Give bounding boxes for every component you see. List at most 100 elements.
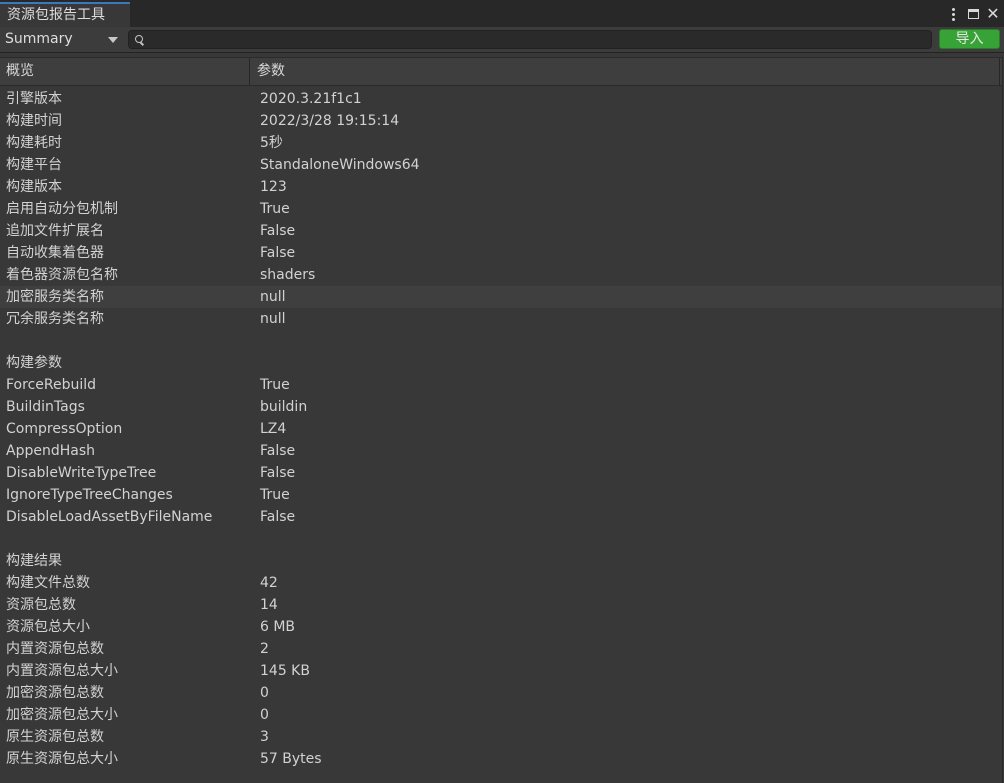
- column-header-overview[interactable]: 概览: [0, 58, 250, 85]
- row-key: 构建结果: [6, 553, 62, 569]
- row-value: 145 KB: [260, 663, 310, 679]
- row-key: BuildinTags: [6, 399, 85, 415]
- row-value: 2020.3.21f1c1: [260, 91, 362, 107]
- column-header-params[interactable]: 参数: [251, 58, 1000, 85]
- row-value: 57 Bytes: [260, 751, 322, 767]
- row-value: 0: [260, 707, 269, 723]
- table-row[interactable]: BuildinTags buildin: [0, 396, 1002, 418]
- row-key: AppendHash: [6, 443, 95, 459]
- row-value: 0: [260, 685, 269, 701]
- table-row[interactable]: ForceRebuild True: [0, 374, 1002, 396]
- table-row[interactable]: 启用自动分包机制 True: [0, 198, 1002, 220]
- row-key: 启用自动分包机制: [6, 201, 118, 217]
- row-key: 追加文件扩展名: [6, 223, 104, 239]
- row-key: 加密服务类名称: [6, 289, 104, 305]
- row-key: 构建版本: [6, 179, 62, 195]
- table-row[interactable]: 内置资源包总数 2: [0, 638, 1002, 660]
- window-controls: ✕: [946, 4, 1000, 24]
- table-row[interactable]: 构建时间 2022/3/28 19:15:14: [0, 110, 1002, 132]
- table-row[interactable]: 内置资源包总大小 145 KB: [0, 660, 1002, 682]
- row-value: False: [260, 223, 296, 239]
- table-row[interactable]: 构建版本 123: [0, 176, 1002, 198]
- row-value: 5秒: [260, 135, 283, 151]
- table-body: 引擎版本 2020.3.21f1c1 构建时间 2022/3/28 19:15:14 构…: [0, 88, 1002, 770]
- row-key: IgnoreTypeTreeChanges: [6, 487, 173, 503]
- row-value: True: [260, 487, 290, 503]
- row-key: 构建平台: [6, 157, 62, 173]
- row-value: False: [260, 465, 296, 481]
- row-key: 冗余服务类名称: [6, 311, 104, 327]
- table-row[interactable]: 构建结果: [0, 550, 1002, 572]
- table-row[interactable]: 着色器资源包名称 shaders: [0, 264, 1002, 286]
- search-field[interactable]: [128, 30, 932, 49]
- table-row[interactable]: 引擎版本 2020.3.21f1c1: [0, 88, 1002, 110]
- table-row[interactable]: 构建参数: [0, 352, 1002, 374]
- toolbar: Summary 导入: [0, 27, 1004, 53]
- row-key: 构建时间: [6, 113, 62, 129]
- table-row[interactable]: 构建平台 StandaloneWindows64: [0, 154, 1002, 176]
- row-value: buildin: [260, 399, 308, 415]
- search-input[interactable]: [149, 31, 925, 48]
- row-key: 资源包总数: [6, 597, 76, 613]
- row-key: 构建耗时: [6, 135, 62, 151]
- row-key: 原生资源包总大小: [6, 751, 118, 767]
- row-key: DisableLoadAssetByFileName: [6, 509, 213, 525]
- maximize-icon: [967, 9, 979, 19]
- import-button[interactable]: 导入: [939, 29, 1000, 49]
- row-value: 6 MB: [260, 619, 296, 635]
- row-key: 内置资源包总数: [6, 641, 104, 657]
- row-key: 加密资源包总大小: [6, 707, 118, 723]
- table-row[interactable]: 自动收集着色器 False: [0, 242, 1002, 264]
- row-value: 14: [260, 597, 278, 613]
- row-value: null: [260, 289, 286, 305]
- table-header: 概览 参数: [0, 57, 1002, 86]
- view-mode-dropdown[interactable]: Summary: [0, 28, 122, 50]
- row-value: False: [260, 443, 296, 459]
- row-value: True: [260, 201, 290, 217]
- table-row[interactable]: IgnoreTypeTreeChanges True: [0, 484, 1002, 506]
- row-value: 2: [260, 641, 269, 657]
- table-row[interactable]: 资源包总数 14: [0, 594, 1002, 616]
- row-value: True: [260, 377, 290, 393]
- row-value: StandaloneWindows64: [260, 157, 420, 173]
- row-key: CompressOption: [6, 421, 123, 437]
- close-icon[interactable]: ✕: [986, 6, 1000, 22]
- table-border: [1002, 57, 1003, 783]
- row-key: 构建文件总数: [6, 575, 90, 591]
- row-value: False: [260, 509, 296, 525]
- table-row[interactable]: CompressOption LZ4: [0, 418, 1002, 440]
- report-window: 资源包报告工具 ✕ Summary 导入 概览 参数 引擎版本 2020.3.21…: [0, 0, 1004, 783]
- table-row[interactable]: 冗余服务类名称 null: [0, 308, 1002, 330]
- row-key: 加密资源包总数: [6, 685, 104, 701]
- table-row[interactable]: DisableLoadAssetByFileName False: [0, 506, 1002, 528]
- row-value: 123: [260, 179, 287, 195]
- maximize-button[interactable]: [966, 6, 980, 22]
- tab-report-tool[interactable]: 资源包报告工具: [0, 2, 130, 27]
- table-row[interactable]: [0, 330, 1002, 352]
- table-row[interactable]: 原生资源包总数 3: [0, 726, 1002, 748]
- row-value: null: [260, 311, 286, 327]
- search-icon: [135, 35, 143, 43]
- row-value: False: [260, 245, 296, 261]
- tab-bar: 资源包报告工具 ✕: [0, 0, 1004, 27]
- table-row[interactable]: 追加文件扩展名 False: [0, 220, 1002, 242]
- row-key: ForceRebuild: [6, 377, 97, 393]
- table-row[interactable]: 构建耗时 5秒: [0, 132, 1002, 154]
- table-row[interactable]: 加密资源包总大小 0: [0, 704, 1002, 726]
- table-row[interactable]: AppendHash False: [0, 440, 1002, 462]
- table-row[interactable]: 资源包总大小 6 MB: [0, 616, 1002, 638]
- table-row[interactable]: [0, 528, 1002, 550]
- row-value: shaders: [260, 267, 316, 283]
- row-key: 着色器资源包名称: [6, 267, 118, 283]
- chevron-down-icon: [108, 37, 118, 43]
- row-key: 资源包总大小: [6, 619, 90, 635]
- table-row[interactable]: 构建文件总数 42: [0, 572, 1002, 594]
- row-key: 原生资源包总数: [6, 729, 104, 745]
- table-row[interactable]: DisableWriteTypeTree False: [0, 462, 1002, 484]
- table-row[interactable]: 加密服务类名称 null: [0, 286, 1002, 308]
- row-value: 3: [260, 729, 269, 745]
- more-options-icon[interactable]: [946, 6, 960, 22]
- table-row[interactable]: 加密资源包总数 0: [0, 682, 1002, 704]
- table-row[interactable]: 原生资源包总大小 57 Bytes: [0, 748, 1002, 770]
- row-key: 构建参数: [6, 355, 62, 371]
